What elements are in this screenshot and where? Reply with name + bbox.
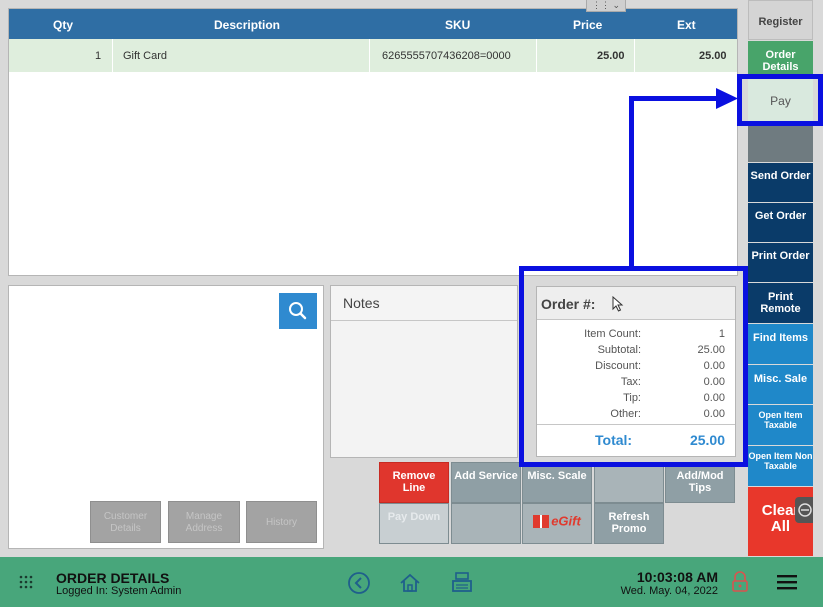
col-header-description[interactable]: Description	[214, 18, 280, 32]
empty-action-button-2[interactable]	[451, 503, 521, 544]
back-icon[interactable]	[347, 571, 371, 595]
misc-scale-button[interactable]: Misc. Scale	[522, 462, 592, 503]
nav-print-order[interactable]: Print Order	[748, 243, 813, 282]
lock-icon[interactable]	[731, 571, 749, 593]
col-header-sku[interactable]: SKU	[445, 18, 470, 32]
pay-down-button[interactable]: Pay Down	[379, 503, 449, 544]
panel-grip-handle[interactable]: ⋮⋮ ⌄	[586, 0, 626, 12]
col-header-ext[interactable]: Ext	[677, 18, 696, 32]
notes-title: Notes	[331, 286, 517, 321]
menu-icon[interactable]	[776, 574, 798, 590]
collapse-icon	[798, 503, 812, 517]
home-icon[interactable]	[398, 571, 422, 595]
notes-panel: Notes	[330, 285, 518, 458]
remove-line-button[interactable]: Remove Line	[379, 462, 449, 503]
row-description: Gift Card	[123, 50, 168, 62]
clock-date: Wed. May. 04, 2022	[620, 585, 718, 597]
table-row[interactable]: 1 Gift Card 6265555707436208=0000 25.00 …	[9, 39, 737, 72]
search-icon	[289, 302, 307, 320]
customer-search-button[interactable]	[279, 293, 317, 329]
nav-send-order[interactable]: Send Order	[748, 163, 813, 202]
side-tab-handle[interactable]	[795, 497, 813, 523]
notes-textarea[interactable]	[331, 321, 517, 457]
register-icon[interactable]	[450, 570, 474, 594]
row-price: 25.00	[597, 50, 625, 62]
row-sku: 6265555707436208=0000	[382, 50, 511, 62]
clock-time: 10:03:08 AM	[636, 569, 718, 585]
history-button[interactable]: History	[246, 501, 317, 543]
egift-button[interactable]: eGift	[522, 503, 592, 544]
page-title: ORDER DETAILS	[56, 570, 170, 586]
row-ext: 25.00	[699, 50, 727, 62]
callout-line-vertical	[629, 96, 634, 268]
totals-highlight-box	[519, 266, 748, 467]
nav-print-remote[interactable]: Print Remote	[748, 283, 813, 323]
customer-details-button[interactable]: Customer Details	[90, 501, 161, 543]
pay-highlight-box	[737, 74, 823, 126]
refresh-promo-button[interactable]: Refresh Promo	[594, 503, 664, 544]
add-mod-tips-button[interactable]: Add/Mod Tips	[665, 462, 735, 503]
row-qty: 1	[95, 50, 102, 62]
bottom-bar: ORDER DETAILS Logged In: System Admin 10…	[0, 557, 823, 607]
callout-arrow-icon	[716, 88, 738, 109]
grid-header: Qty Description SKU Price Ext	[9, 9, 737, 39]
empty-action-button[interactable]	[594, 462, 664, 503]
nav-get-order[interactable]: Get Order	[748, 203, 813, 242]
nav-open-item-taxable[interactable]: Open Item Taxable	[748, 405, 813, 445]
col-header-price[interactable]: Price	[573, 18, 602, 32]
col-header-qty[interactable]: Qty	[53, 18, 73, 32]
app-grid-icon[interactable]	[18, 574, 34, 590]
gift-icon	[533, 515, 550, 528]
nav-empty	[748, 124, 813, 162]
nav-register[interactable]: Register	[748, 0, 813, 40]
nav-misc-sale[interactable]: Misc. Sale	[748, 365, 813, 404]
manage-address-button[interactable]: Manage Address	[168, 501, 240, 543]
nav-find-items[interactable]: Find Items	[748, 324, 813, 364]
callout-line-horizontal	[629, 96, 721, 101]
add-service-button[interactable]: Add Service	[451, 462, 521, 503]
nav-open-item-non-taxable[interactable]: Open Item Non Taxable	[748, 446, 813, 486]
logged-in-user: Logged In: System Admin	[56, 585, 182, 597]
